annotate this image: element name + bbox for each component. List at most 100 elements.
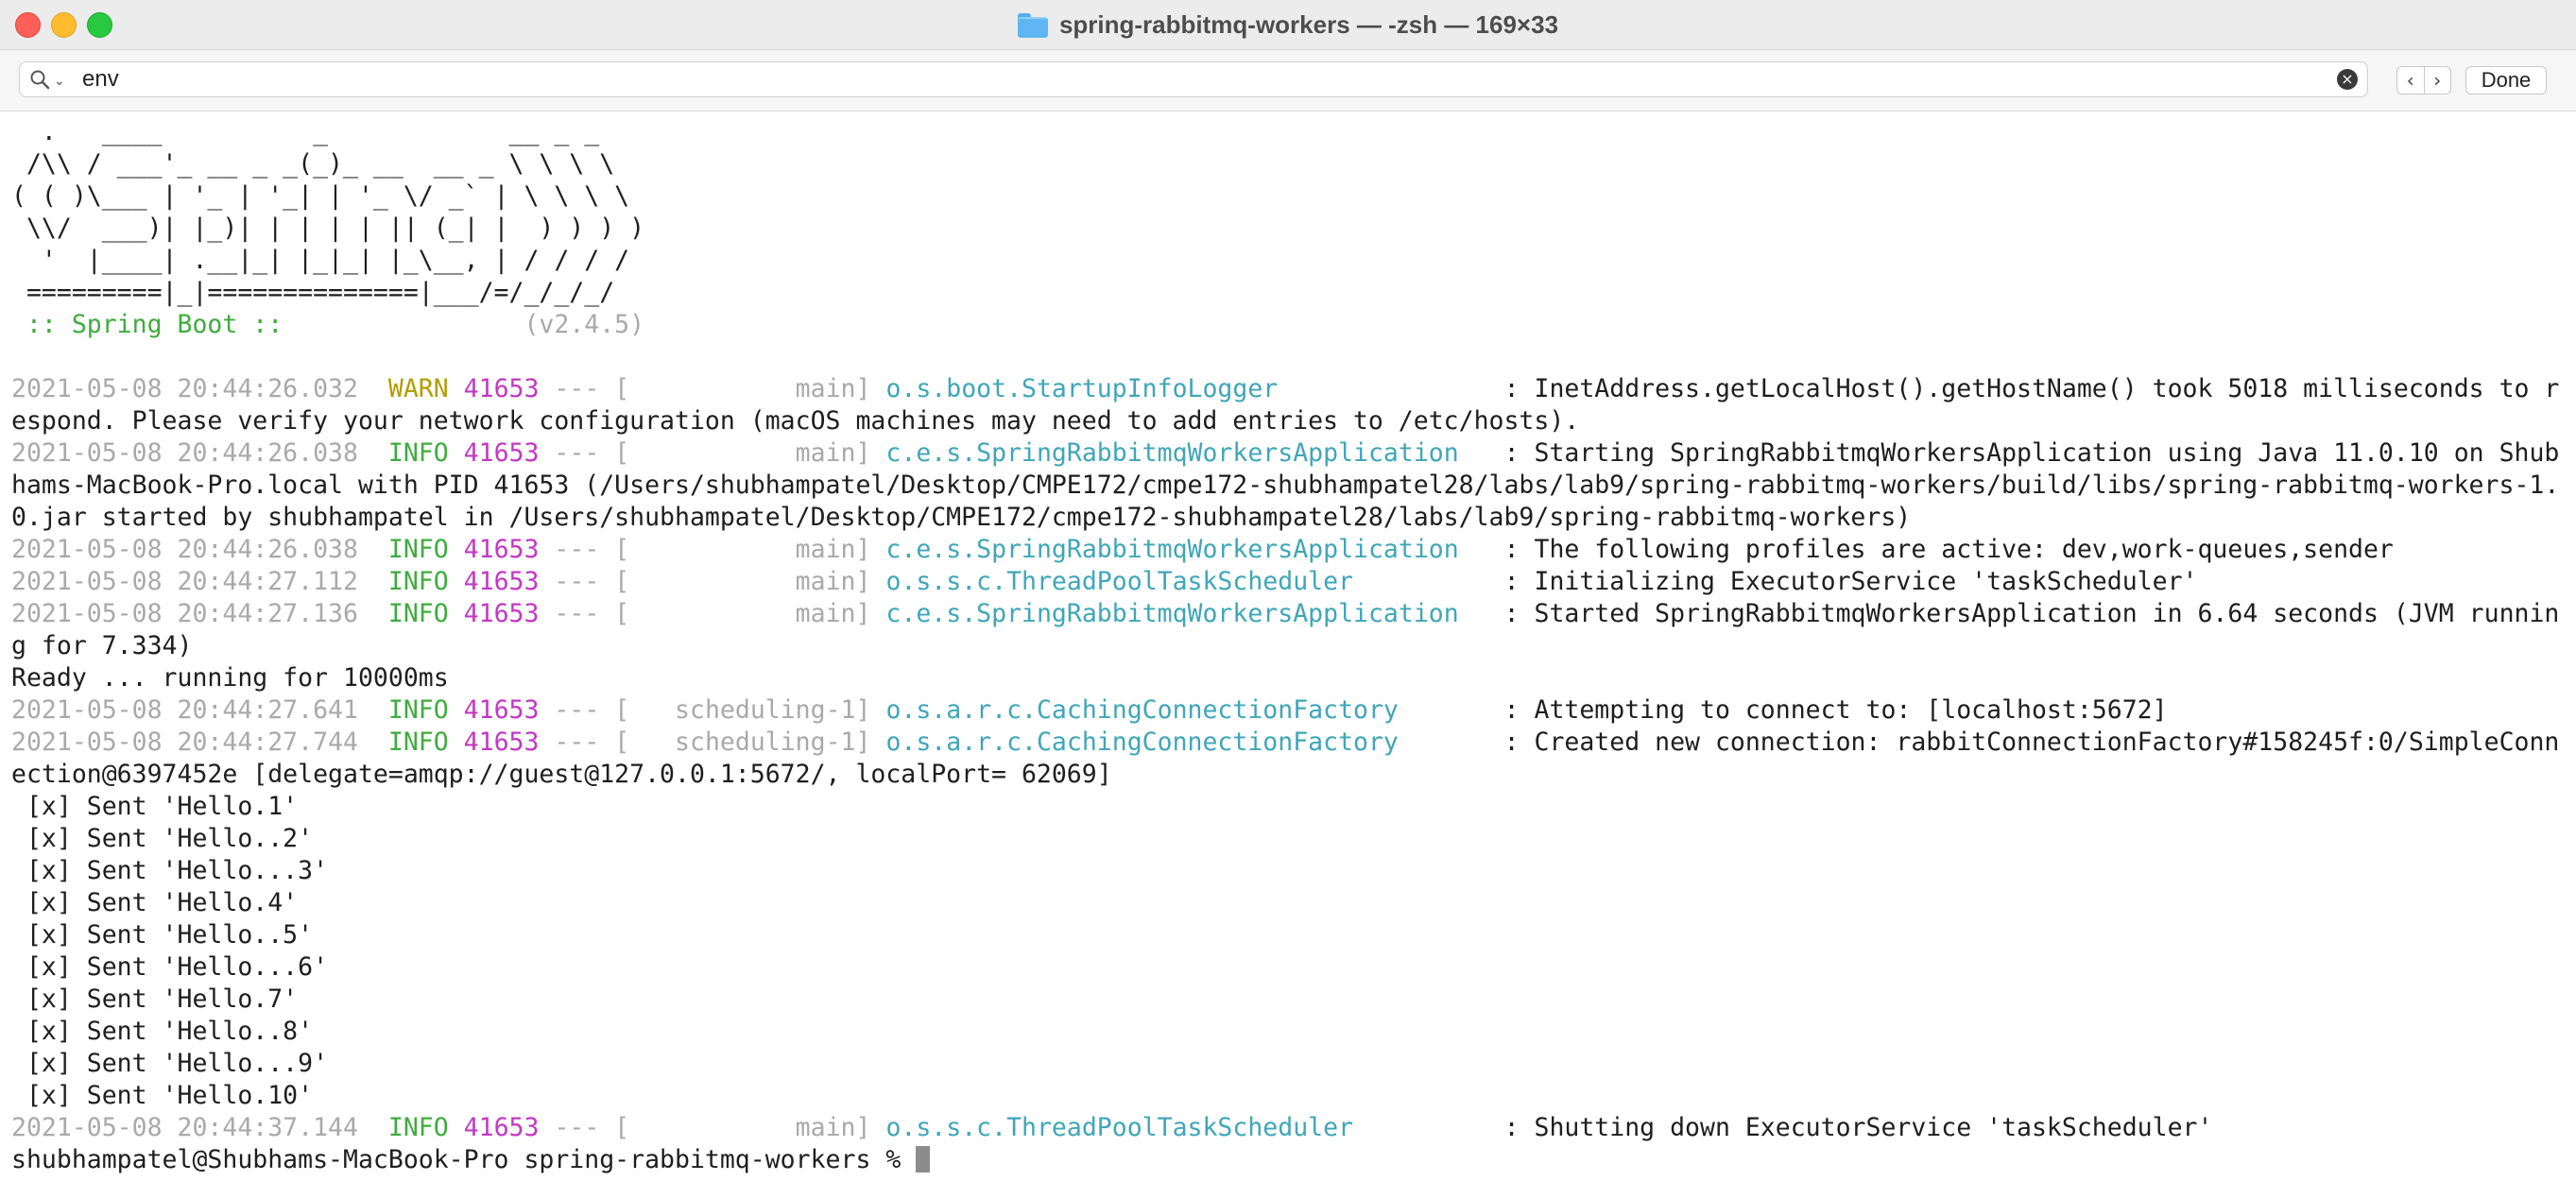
- title-bar: spring-rabbitmq-workers — -zsh — 169×33: [0, 0, 2576, 50]
- window-title-group: spring-rabbitmq-workers — -zsh — 169×33: [0, 0, 2576, 49]
- log-pid: 41653: [463, 727, 540, 757]
- log-pid: 41653: [463, 695, 540, 725]
- banner-line: =========|_|==============|___/=/_/_/_/: [11, 277, 2576, 309]
- log-entry: 2021-05-08 20:44:27.112 INFO 41653 --- […: [11, 566, 2576, 598]
- sent-message-line: [x] Sent 'Hello...9': [11, 1048, 2576, 1080]
- log-thread: scheduling-1]: [629, 727, 871, 757]
- sent-message: [x] Sent 'Hello.10': [11, 1081, 314, 1110]
- terminal-window: spring-rabbitmq-workers — -zsh — 169×33 …: [0, 0, 2576, 1181]
- log-separator: --- [: [539, 695, 630, 725]
- log-thread: main]: [629, 438, 871, 468]
- log-logger: o.s.a.r.c.CachingConnectionFactory: [885, 695, 1489, 725]
- log-message-cont: espond. Please verify your network confi…: [11, 406, 1580, 436]
- log-separator: --- [: [539, 535, 630, 564]
- log-logger: c.e.s.SpringRabbitmqWorkersApplication: [885, 438, 1489, 468]
- find-previous-button[interactable]: ‹: [2397, 67, 2424, 94]
- shell-prompt: shubhampatel@Shubhams-MacBook-Pro spring…: [11, 1145, 917, 1174]
- log-separator: --- [: [539, 374, 630, 403]
- banner-text: ' |____| .__|_| |_|_| |_\__, | / / / /: [11, 246, 630, 275]
- log-pid: 41653: [463, 535, 540, 564]
- search-icon[interactable]: [29, 69, 50, 90]
- log-thread: main]: [629, 567, 871, 596]
- find-navigation: ‹ ›: [2396, 66, 2451, 94]
- log-thread: main]: [629, 374, 871, 403]
- log-timestamp: 2021-05-08 20:44:26.038: [11, 438, 358, 468]
- log-logger: o.s.boot.StartupInfoLogger: [885, 374, 1489, 403]
- log-message-cont: hams-MacBook-Pro.local with PID 41653 (/…: [11, 471, 2560, 500]
- ready-text: Ready ... running for 10000ms: [11, 663, 449, 693]
- prompt-line: shubhampatel@Shubhams-MacBook-Pro spring…: [11, 1144, 2576, 1176]
- terminal-output[interactable]: . ____ _ __ _ _ /\\ / ___'_ __ _ _(_)_ _…: [0, 112, 2576, 1181]
- find-next-button[interactable]: ›: [2423, 67, 2451, 94]
- sent-message: [x] Sent 'Hello...9': [11, 1049, 329, 1078]
- clear-search-icon[interactable]: ×: [2337, 69, 2358, 90]
- cursor-block: [916, 1146, 931, 1172]
- log-separator: --- [: [539, 567, 630, 596]
- log-entry: 2021-05-08 20:44:27.744 INFO 41653 --- […: [11, 727, 2576, 759]
- log-pid: 41653: [463, 374, 540, 403]
- log-logger: o.s.s.c.ThreadPoolTaskScheduler: [885, 1113, 1489, 1142]
- window-title: spring-rabbitmq-workers — -zsh — 169×33: [1058, 9, 1559, 39]
- find-bar: ⌄ × ‹ › Done: [0, 50, 2576, 111]
- log-separator: --- [: [539, 727, 630, 757]
- log-thread: main]: [629, 599, 871, 628]
- log-timestamp: 2021-05-08 20:44:27.136: [11, 599, 358, 628]
- banner-text: =========|_|==============|___/=/_/_/_/: [11, 278, 615, 307]
- banner-line: ' |____| .__|_| |_|_| |_\__, | / / / /: [11, 245, 2576, 277]
- log-logger: c.e.s.SpringRabbitmqWorkersApplication: [885, 535, 1489, 564]
- log-timestamp: 2021-05-08 20:44:27.744: [11, 727, 358, 757]
- log-level-badge: INFO: [387, 599, 449, 628]
- log-message-cont: g for 7.334): [11, 631, 193, 660]
- banner-text: . ____ _ __ _ _: [11, 117, 600, 146]
- find-done-button[interactable]: Done: [2465, 66, 2547, 94]
- sent-message: [x] Sent 'Hello..2': [11, 824, 314, 853]
- log-thread: scheduling-1]: [629, 695, 871, 725]
- sent-message-line: [x] Sent 'Hello.4': [11, 887, 2576, 919]
- log-message: : Initializing ExecutorService 'taskSche…: [1488, 567, 2198, 596]
- log-level-badge: INFO: [387, 438, 449, 468]
- sent-message-line: [x] Sent 'Hello.7': [11, 984, 2576, 1016]
- log-message: : Started SpringRabbitmqWorkersApplicati…: [1488, 599, 2560, 628]
- log-message: : Created new connection: rabbitConnecti…: [1488, 727, 2560, 757]
- sent-message-line: [x] Sent 'Hello.1': [11, 791, 2576, 823]
- log-entry: 2021-05-08 20:44:37.144 INFO 41653 --- […: [11, 1112, 2576, 1144]
- folder-icon: [1017, 13, 1048, 38]
- log-continuation: espond. Please verify your network confi…: [11, 405, 2576, 437]
- log-timestamp: 2021-05-08 20:44:26.032: [11, 374, 358, 403]
- log-timestamp: 2021-05-08 20:44:26.038: [11, 535, 358, 564]
- log-level-badge: WARN: [387, 374, 449, 403]
- log-timestamp: 2021-05-08 20:44:27.641: [11, 695, 358, 725]
- banner-text: ( ( )\___ | '_ | '_| | '_ \/ _` | \ \ \ …: [11, 181, 630, 211]
- banner-line: \\/ ___)| |_)| | | | | || (_| | ) ) ) ): [11, 213, 2576, 245]
- log-message-cont: ection@6397452e [delegate=amqp://guest@1…: [11, 760, 1112, 789]
- log-logger: o.s.a.r.c.CachingConnectionFactory: [885, 727, 1489, 757]
- spring-boot-version: (v2.4.5): [298, 310, 645, 339]
- sent-message: [x] Sent 'Hello.1': [11, 792, 299, 821]
- log-separator: --- [: [539, 599, 630, 628]
- sent-message: [x] Sent 'Hello..5': [11, 920, 314, 950]
- log-thread: main]: [629, 535, 871, 564]
- log-level-badge: INFO: [387, 535, 449, 564]
- log-continuation: ection@6397452e [delegate=amqp://guest@1…: [11, 759, 2576, 791]
- search-options-chevron-icon[interactable]: ⌄: [54, 74, 65, 89]
- sent-message-line: [x] Sent 'Hello..2': [11, 823, 2576, 855]
- log-entry: 2021-05-08 20:44:26.032 WARN 41653 --- […: [11, 373, 2576, 405]
- log-entry: 2021-05-08 20:44:27.641 INFO 41653 --- […: [11, 694, 2576, 727]
- log-message: : Shutting down ExecutorService 'taskSch…: [1488, 1113, 2213, 1142]
- log-thread: main]: [629, 1113, 871, 1142]
- sent-message: [x] Sent 'Hello..8': [11, 1017, 314, 1046]
- banner-line: ( ( )\___ | '_ | '_| | '_ \/ _` | \ \ \ …: [11, 180, 2576, 213]
- find-input[interactable]: [82, 64, 2256, 94]
- banner-line: /\\ / ___'_ __ _ _(_)_ __ __ _ \ \ \ \: [11, 148, 2576, 180]
- ready-line: Ready ... running for 10000ms: [11, 662, 2576, 694]
- log-continuation: 0.jar started by shubhampatel in /Users/…: [11, 502, 2576, 534]
- log-separator: --- [: [539, 438, 630, 468]
- log-message-cont: 0.jar started by shubhampatel in /Users/…: [11, 503, 1912, 532]
- sent-message-line: [x] Sent 'Hello...6': [11, 951, 2576, 984]
- log-message: : The following profiles are active: dev…: [1488, 535, 2394, 564]
- log-continuation: g for 7.334): [11, 630, 2576, 662]
- find-field[interactable]: ⌄ ×: [19, 61, 2368, 97]
- log-entry: 2021-05-08 20:44:26.038 INFO 41653 --- […: [11, 534, 2576, 566]
- log-level-badge: INFO: [387, 1113, 449, 1142]
